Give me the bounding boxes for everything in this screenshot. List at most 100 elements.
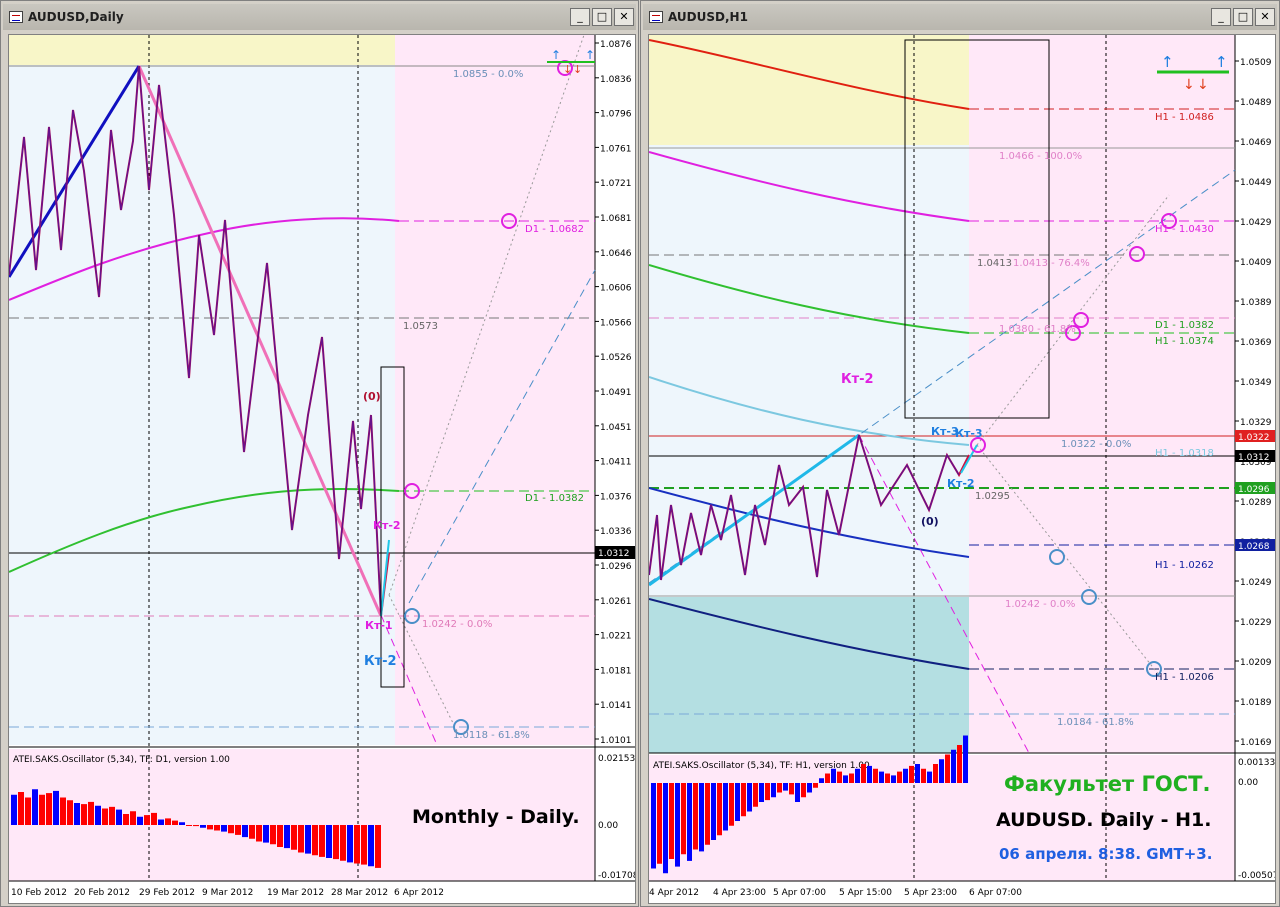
fib-100-label: 1.0466 - 100.0% xyxy=(999,151,1082,162)
d1-lower-label: D1 - 1.0382 xyxy=(525,493,584,504)
osc-bar xyxy=(813,783,818,788)
fib-zero-b-label: 1.0242 - 0.0% xyxy=(1005,599,1075,610)
osc-bar xyxy=(891,775,896,783)
maximize-button[interactable]: □ xyxy=(1233,8,1253,26)
date-label: 19 Mar 2012 xyxy=(267,888,324,898)
close-button[interactable]: ✕ xyxy=(614,8,634,26)
right-title-bar[interactable]: AUDUSD,H1 _ □ ✕ xyxy=(643,4,1277,30)
osc-bar xyxy=(270,825,276,845)
osc-bar xyxy=(777,783,782,793)
osc-bar xyxy=(795,783,800,802)
minimize-button[interactable]: _ xyxy=(570,8,590,26)
osc-bar xyxy=(879,771,884,783)
yellow-zone xyxy=(9,35,395,65)
osc-bar xyxy=(53,790,59,825)
price-tick-label: 1.0449 xyxy=(1240,178,1272,188)
price-tick-label: 1.0376 xyxy=(600,492,632,502)
osc-bar xyxy=(221,825,227,832)
osc-bar xyxy=(921,768,926,783)
price-tick-label: 1.0296 xyxy=(600,562,632,572)
left-chart-svg[interactable]: ↑ ↑ ↓ ↓ 1.0855 - 0.0% D1 - 1.0682 1.0573… xyxy=(9,35,635,903)
wave-label-kt2-lower: Кт-2 xyxy=(364,654,397,669)
right-chart-svg[interactable]: ↑ ↑ ↓ ↓ H1 - 1.0486 1.0466 - 100.0% H1 -… xyxy=(649,35,1275,903)
osc-bar xyxy=(228,825,234,834)
teal-zone xyxy=(649,597,969,753)
price-tick-label: 1.0761 xyxy=(600,144,632,154)
osc-bar xyxy=(242,825,248,838)
osc-bar xyxy=(67,800,73,825)
date-label: 5 Apr 07:00 xyxy=(773,888,826,898)
left-title-bar[interactable]: AUDUSD,Daily _ □ ✕ xyxy=(3,4,636,30)
minimize-button[interactable]: _ xyxy=(1211,8,1231,26)
fib-618a-label: 1.0380 - 61.8% xyxy=(999,324,1076,335)
h1-label: H1 - 1.0318 xyxy=(1155,448,1214,459)
price-tick-label: 1.0349 xyxy=(1240,378,1272,388)
right-chart-window[interactable]: AUDUSD,H1 _ □ ✕ ↑ ↑ ↓ ↓ H1 - 1.0486 1.04… xyxy=(640,0,1280,907)
price-tick-label: 1.0646 xyxy=(600,249,632,259)
left-chart-area[interactable]: ↑ ↑ ↓ ↓ 1.0855 - 0.0% D1 - 1.0682 1.0573… xyxy=(8,34,636,904)
osc-bar xyxy=(855,768,860,783)
chart-icon xyxy=(9,11,23,23)
blue-zone xyxy=(9,65,395,745)
osc-bar xyxy=(60,797,66,825)
osc-bar xyxy=(657,783,662,864)
osc-bar xyxy=(361,825,367,865)
price-tick-label: 1.0451 xyxy=(600,423,632,433)
current-price-value: 1.0312 xyxy=(598,549,630,559)
price-tick-label: 1.0409 xyxy=(1240,258,1272,268)
up-arrow-icon: ↑ xyxy=(585,48,595,62)
right-price-axis: 1.0509 1.0489 1.0469 1.0449 1.0429 1.0409 1.03… xyxy=(1235,58,1272,748)
osc-bar xyxy=(651,783,656,869)
caption-instrument: AUDUSD. Daily - H1. xyxy=(996,809,1212,831)
down-arrow-icon: ↓ xyxy=(1197,77,1209,93)
osc-bar xyxy=(909,765,914,783)
wave-label-zero: (0) xyxy=(363,390,381,403)
price-tick-label: 1.0249 xyxy=(1240,578,1272,588)
osc-bar xyxy=(687,783,692,861)
osc-bar xyxy=(669,783,674,859)
price-tick-label: 1.0509 xyxy=(1240,58,1272,68)
price-tag-value: 1.0322 xyxy=(1238,433,1270,443)
osc-bar xyxy=(137,816,143,825)
down-arrow-icon: ↓ xyxy=(573,63,582,76)
osc-bar xyxy=(25,797,31,825)
date-label: 6 Apr 07:00 xyxy=(969,888,1022,898)
close-button[interactable]: ✕ xyxy=(1255,8,1275,26)
caption-faculty: Факультет ГОСТ. xyxy=(1004,772,1210,796)
wave-label-kt3: Кт-3 xyxy=(955,427,983,440)
maximize-button[interactable]: □ xyxy=(592,8,612,26)
osc-bar xyxy=(144,815,150,825)
osc-bar xyxy=(214,825,220,831)
price-tick-label: 1.0836 xyxy=(600,75,632,85)
price-tick-label: 1.0261 xyxy=(600,597,632,607)
left-chart-window[interactable]: AUDUSD,Daily _ □ ✕ ↑ ↑ ↓ ↓ 1.0855 - 0.0%… xyxy=(0,0,639,907)
d1-label: D1 - 1.0382 xyxy=(1155,320,1214,331)
osc-bar xyxy=(873,768,878,783)
right-chart-area[interactable]: ↑ ↑ ↓ ↓ H1 - 1.0486 1.0466 - 100.0% H1 -… xyxy=(648,34,1276,904)
wave-label-kt2: Кт-2 xyxy=(841,372,874,387)
osc-bar xyxy=(933,764,938,783)
date-label: 4 Apr 2012 xyxy=(649,888,699,898)
price-tick-label: 1.0229 xyxy=(1240,618,1272,628)
osc-bar xyxy=(312,825,318,856)
osc-bar xyxy=(375,825,381,868)
right-window-title: AUDUSD,H1 xyxy=(668,10,748,24)
price-tick-label: 1.0469 xyxy=(1240,138,1272,148)
osc-bar xyxy=(789,783,794,795)
osc-bar xyxy=(284,825,290,849)
osc-bar xyxy=(753,783,758,807)
osc-bar xyxy=(200,825,206,828)
price-tick-label: 1.0329 xyxy=(1240,418,1272,428)
price-tick-label: 1.0189 xyxy=(1240,698,1272,708)
price-tick-label: 1.0489 xyxy=(1240,98,1272,108)
osc-bar xyxy=(663,783,668,874)
price-tick-label: 1.0389 xyxy=(1240,298,1272,308)
date-label: 9 Mar 2012 xyxy=(202,888,253,898)
wave-label-zero: (0) xyxy=(921,515,939,528)
osc-bar xyxy=(18,792,24,825)
osc-bar xyxy=(831,768,836,783)
date-label: 10 Feb 2012 xyxy=(11,888,67,898)
fib-zero-a-label: 1.0322 - 0.0% xyxy=(1061,439,1131,450)
date-label: 5 Apr 23:00 xyxy=(904,888,957,898)
osc-bar xyxy=(368,825,374,867)
